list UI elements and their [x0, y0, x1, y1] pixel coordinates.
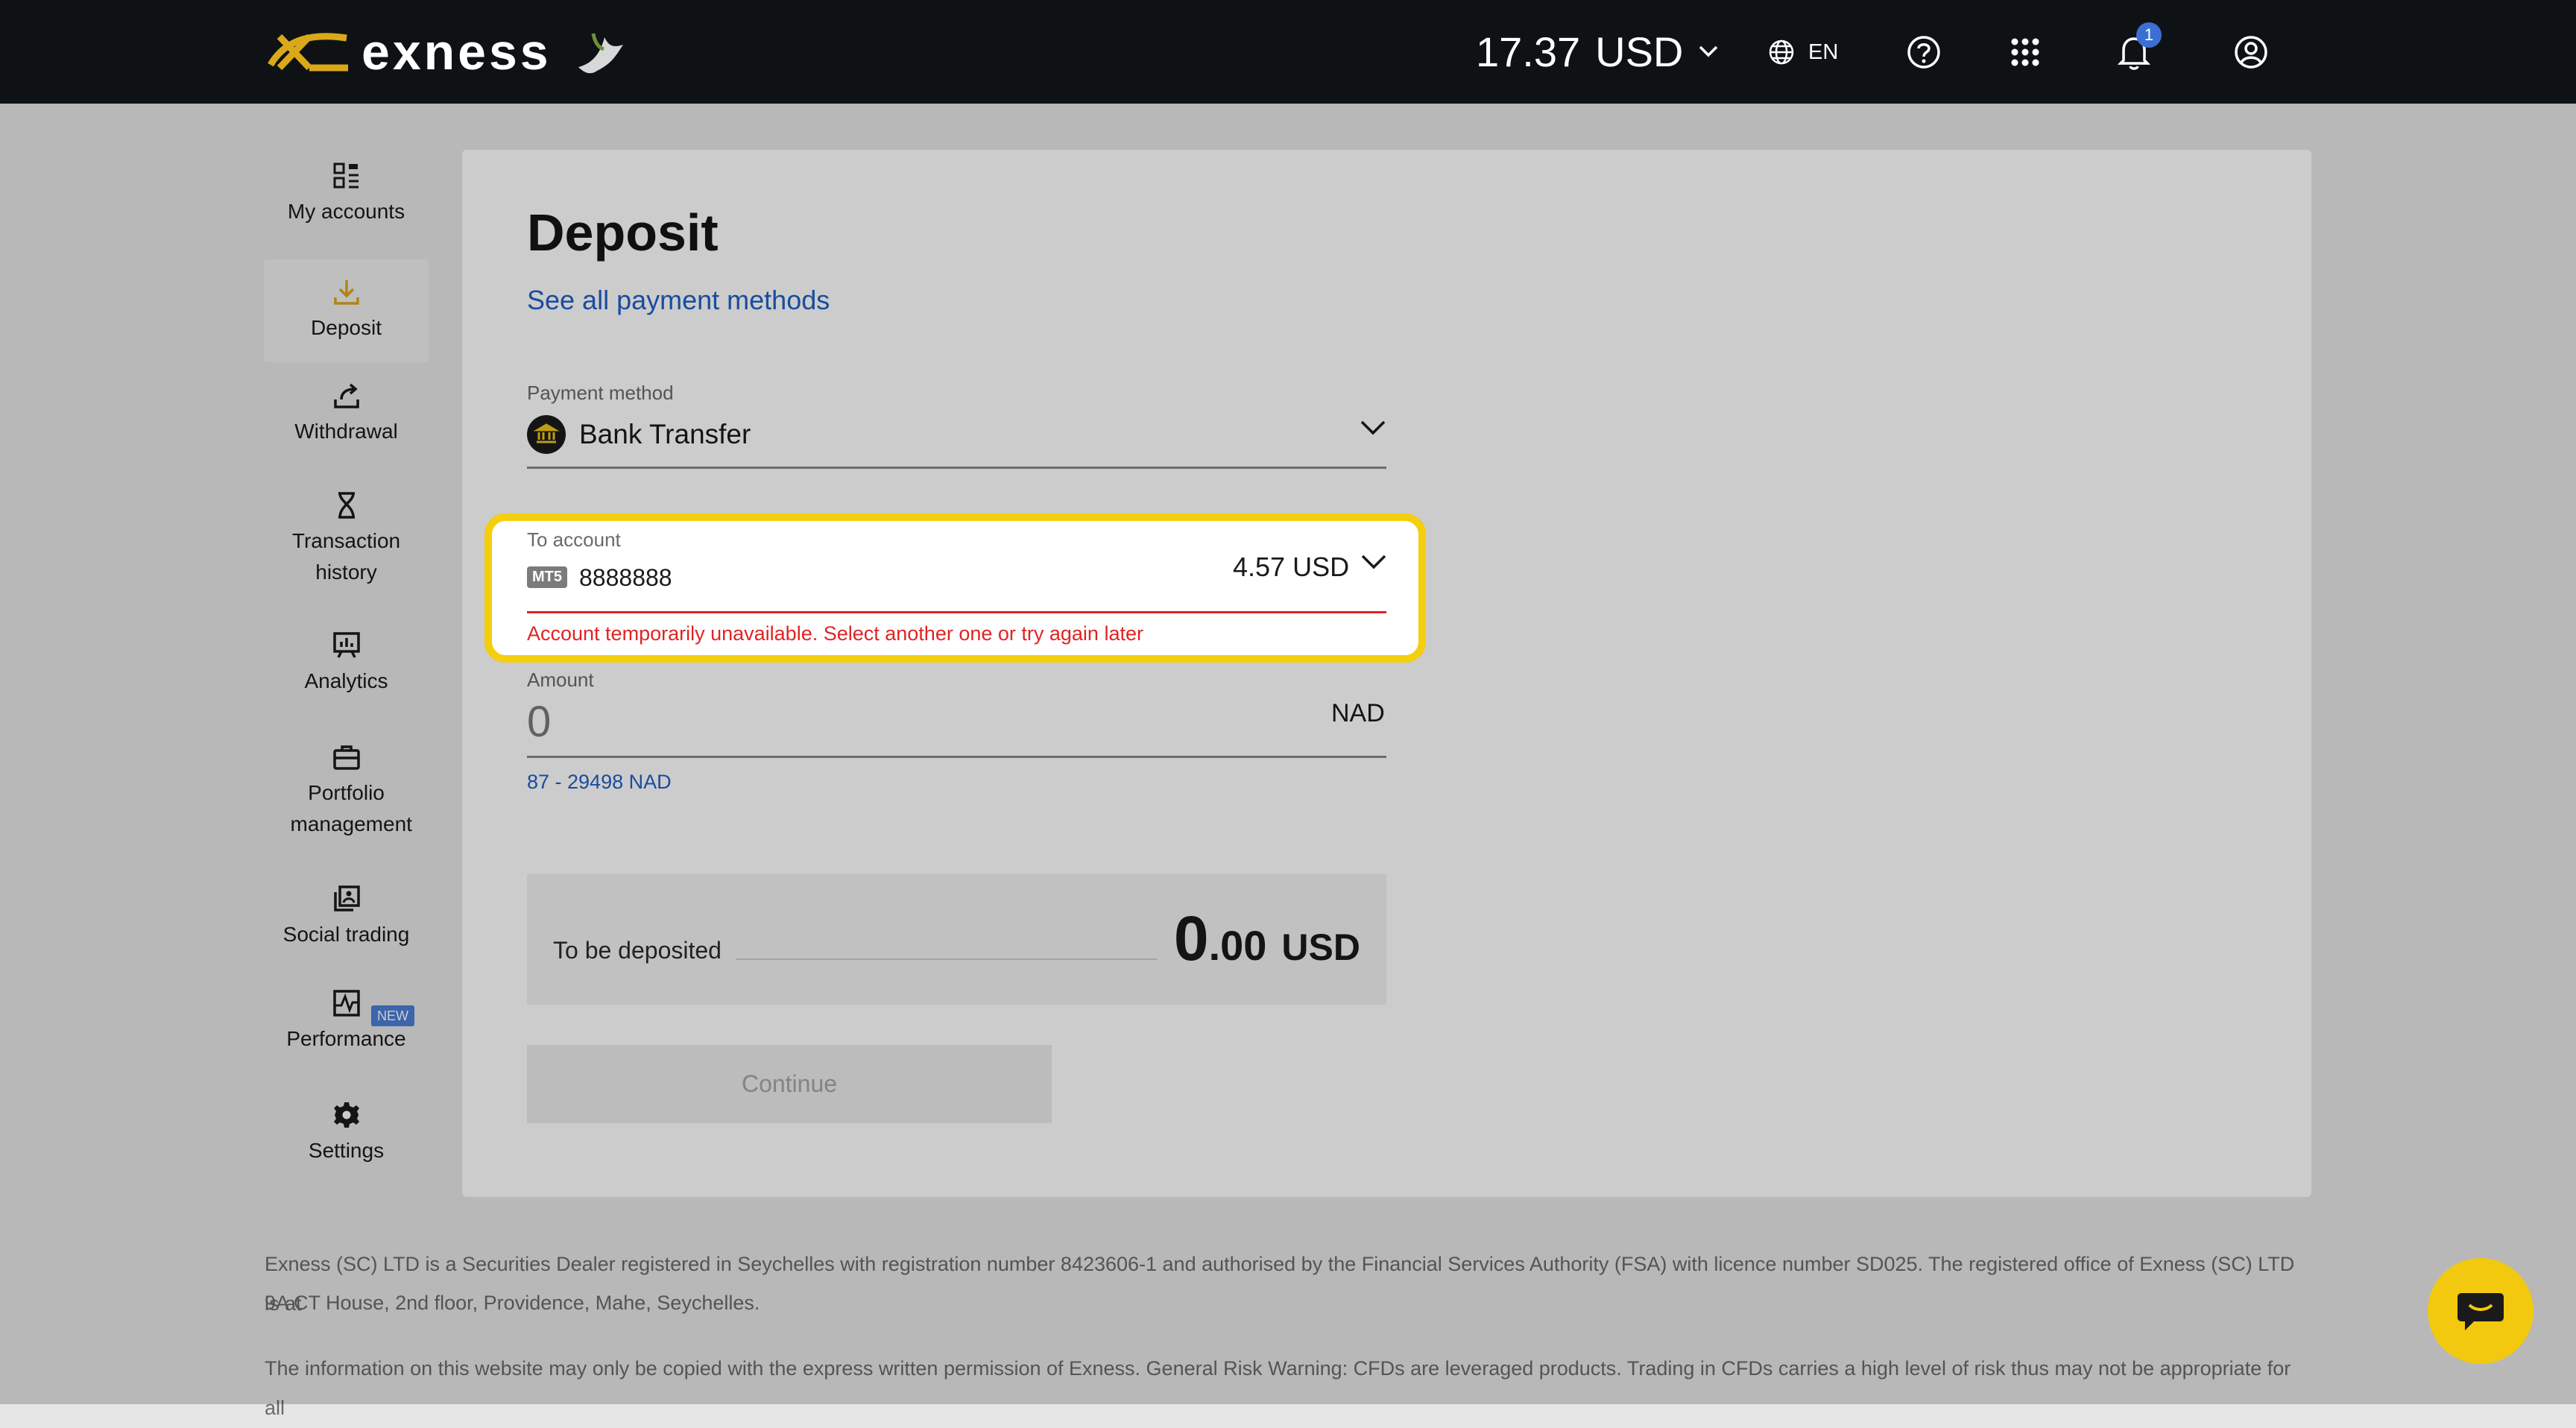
balance-dropdown[interactable]: 17.37 USD: [1476, 25, 1719, 78]
sidebar-item-analytics[interactable]: Analytics: [264, 631, 429, 721]
amount-input[interactable]: 0: [527, 697, 551, 747]
payment-method-label: Payment method: [527, 382, 674, 404]
chevron-down-icon: [1699, 45, 1718, 57]
footer-legal-line-2: 9A CT House, 2nd floor, Providence, Mahe…: [265, 1292, 760, 1314]
sidebar-item-deposit[interactable]: Deposit: [264, 259, 429, 362]
exness-logo[interactable]: exness: [265, 16, 631, 87]
bank-icon: [527, 415, 566, 454]
sidebar-item-label: Analytics: [304, 669, 388, 692]
sidebar-item-label: Social trading: [282, 923, 410, 946]
sidebar-item-transaction-history[interactable]: Transaction history: [264, 491, 429, 610]
language-code: EN: [1808, 40, 1839, 64]
sidebar-item-performance[interactable]: NEW Performance: [264, 989, 429, 1078]
amount-currency: NAD: [1331, 699, 1385, 727]
to-be-deposited-value: 0 .00 USD: [1174, 903, 1360, 975]
globe-icon: [1769, 40, 1794, 65]
chevron-down-icon: [1360, 420, 1386, 435]
performance-icon: [332, 990, 360, 1017]
chevron-down-icon[interactable]: [1360, 553, 1387, 571]
to-account-label-focus: To account: [527, 528, 621, 551]
apps-grid-icon: [2011, 38, 2039, 66]
sidebar-item-label: Performance: [286, 1027, 406, 1050]
amount-underline: [527, 756, 1386, 758]
upload-icon: [333, 383, 359, 408]
hourglass-icon: [338, 492, 355, 519]
help-icon: [1907, 36, 1940, 69]
gear-icon: [333, 1102, 359, 1128]
briefcase-icon: [332, 745, 360, 770]
payment-method-select[interactable]: Bank Transfer: [527, 411, 1386, 469]
sidebar-item-settings[interactable]: Settings: [264, 1101, 429, 1190]
sidebar-item-portfolio-management[interactable]: Portfolio management: [264, 743, 429, 862]
page-title: Deposit: [527, 203, 719, 262]
sidebar-item-label: Withdrawal: [294, 420, 398, 443]
amount-label: Amount: [527, 669, 594, 691]
see-all-payment-methods-link[interactable]: See all payment methods: [527, 285, 830, 316]
continue-button[interactable]: Continue: [527, 1045, 1052, 1123]
to-be-deposited-label: To be deposited: [553, 937, 722, 964]
profile-button[interactable]: [2233, 30, 2269, 75]
sidebar-item-social-trading[interactable]: Social trading: [264, 885, 429, 974]
balance-amount: 17.37: [1476, 28, 1581, 75]
to-account-underline-focus: [527, 611, 1386, 613]
top-header: exness 17.37 USD EN 1: [0, 0, 2576, 104]
footer-risk-warning: The information on this website may only…: [265, 1357, 2291, 1419]
apps-button[interactable]: [2010, 30, 2040, 75]
mt5-badge-focus: MT5: [527, 566, 567, 588]
user-icon: [2235, 36, 2267, 69]
dove-icon: [578, 33, 623, 73]
dotted-divider: [736, 958, 1157, 960]
language-selector[interactable]: EN: [1768, 30, 1838, 75]
dashboard-icon: [333, 162, 359, 189]
sidebar-item-label: Transaction history: [291, 529, 401, 584]
download-icon: [333, 280, 359, 305]
notification-badge: 1: [2136, 22, 2162, 48]
social-trading-icon: [333, 885, 360, 912]
deposit-integer: 0: [1173, 903, 1209, 973]
help-button[interactable]: [1906, 30, 1942, 75]
account-balance-focus: 4.57 USD: [1233, 552, 1350, 582]
sidebar-item-label: Portfolio management: [290, 781, 412, 835]
new-badge: NEW: [371, 1005, 414, 1026]
deposit-currency: USD: [1281, 926, 1360, 968]
chat-bubble-icon: [2457, 1293, 2504, 1330]
amount-range: 87 - 29498 NAD: [527, 771, 672, 793]
sidebar-item-withdrawal[interactable]: Withdrawal: [264, 382, 429, 471]
balance-currency: USD: [1595, 28, 1684, 75]
sidebar-item-label: My accounts: [287, 200, 405, 223]
payment-method-value: Bank Transfer: [579, 419, 751, 449]
live-chat-button[interactable]: [2428, 1258, 2534, 1364]
chart-board-icon: [332, 632, 360, 658]
to-be-deposited-panel: To be deposited 0 .00 USD: [527, 874, 1386, 1005]
exness-mark-icon: [268, 32, 348, 71]
logo-text: exness: [362, 23, 552, 80]
account-number-focus[interactable]: 8888888: [579, 564, 672, 592]
sidebar-item-label: Settings: [308, 1139, 385, 1162]
deposit-decimal: .00: [1208, 922, 1267, 969]
sidebar-item-label: Deposit: [311, 316, 382, 339]
account-error-message-focus: Account temporarily unavailable. Select …: [527, 622, 1143, 645]
sidebar-item-my-accounts[interactable]: My accounts: [264, 162, 429, 251]
